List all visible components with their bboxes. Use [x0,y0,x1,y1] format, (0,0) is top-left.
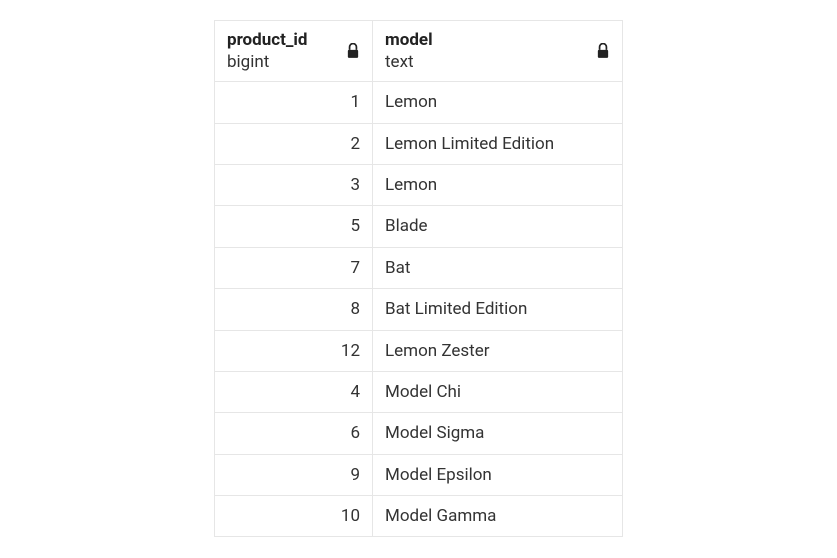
table-row[interactable]: 10 Model Gamma [215,496,623,537]
table-row[interactable]: 4 Model Chi [215,371,623,412]
cell-product-id: 3 [215,164,373,205]
lock-icon [346,43,360,59]
table-row[interactable]: 12 Lemon Zester [215,330,623,371]
cell-product-id: 5 [215,206,373,247]
table-header-row: product_id bigint model text [215,21,623,82]
table-row[interactable]: 9 Model Epsilon [215,454,623,495]
cell-model: Lemon [373,164,623,205]
table-row[interactable]: 5 Blade [215,206,623,247]
cell-model: Bat Limited Edition [373,289,623,330]
cell-product-id: 1 [215,82,373,123]
cell-product-id: 9 [215,454,373,495]
column-type: bigint [227,51,360,73]
cell-model: Model Epsilon [373,454,623,495]
cell-product-id: 10 [215,496,373,537]
column-header-model[interactable]: model text [373,21,623,82]
cell-model: Model Gamma [373,496,623,537]
result-table: product_id bigint model text 1 Le [214,20,623,537]
cell-product-id: 6 [215,413,373,454]
table-row[interactable]: 3 Lemon [215,164,623,205]
cell-model: Model Sigma [373,413,623,454]
table-body: 1 Lemon 2 Lemon Limited Edition 3 Lemon … [215,82,623,537]
cell-product-id: 2 [215,123,373,164]
cell-product-id: 12 [215,330,373,371]
column-header-product-id[interactable]: product_id bigint [215,21,373,82]
cell-model: Lemon [373,82,623,123]
column-type: text [385,51,610,73]
cell-model: Bat [373,247,623,288]
cell-product-id: 4 [215,371,373,412]
column-name: product_id [227,29,360,51]
table-row[interactable]: 7 Bat [215,247,623,288]
cell-model: Blade [373,206,623,247]
cell-model: Model Chi [373,371,623,412]
result-table-container: product_id bigint model text 1 Le [214,20,623,537]
table-row[interactable]: 6 Model Sigma [215,413,623,454]
cell-product-id: 7 [215,247,373,288]
column-name: model [385,29,610,51]
table-row[interactable]: 2 Lemon Limited Edition [215,123,623,164]
lock-icon [596,43,610,59]
cell-model: Lemon Limited Edition [373,123,623,164]
table-row[interactable]: 8 Bat Limited Edition [215,289,623,330]
cell-model: Lemon Zester [373,330,623,371]
table-row[interactable]: 1 Lemon [215,82,623,123]
cell-product-id: 8 [215,289,373,330]
